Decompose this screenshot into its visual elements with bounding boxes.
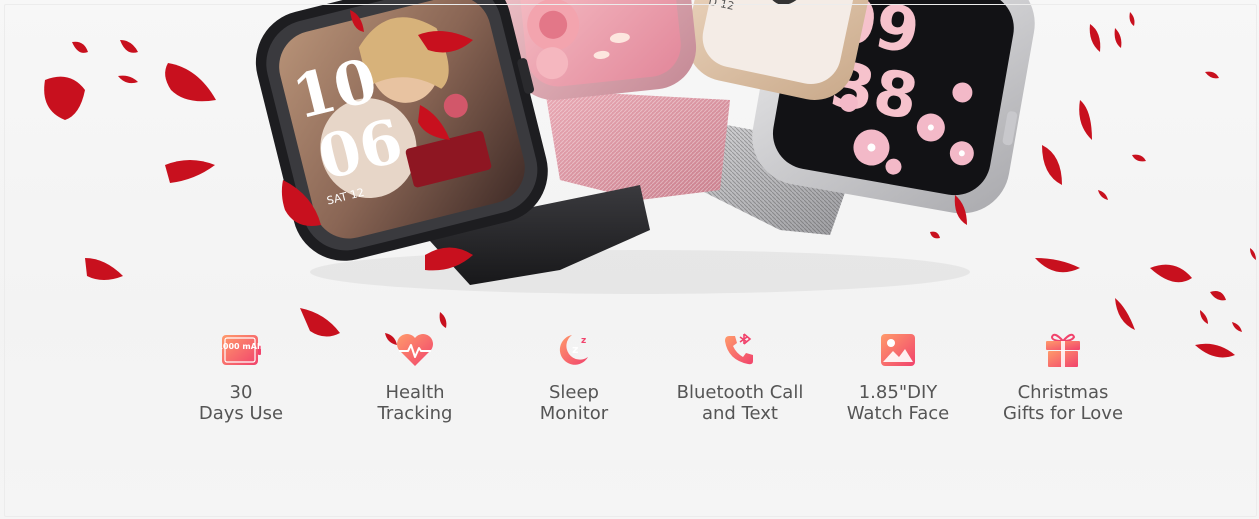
feature-label-line1: 30 (229, 382, 253, 403)
feature-label-line1: Christmas (1017, 382, 1109, 403)
feature-label-line1: Bluetooth Call (676, 382, 804, 403)
sleep-moon-icon: z z (554, 330, 594, 370)
feature-label: Christmas Gifts for Love (1003, 382, 1123, 424)
feature-label-line1: Sleep (548, 382, 599, 403)
gift-icon (1043, 330, 1083, 370)
bluetooth-call-icon (720, 330, 760, 370)
heart-rate-icon (395, 330, 435, 370)
feature-bluetooth-call: Bluetooth Call and Text (660, 330, 820, 424)
battery-1000mah-icon: 1000 mAh (221, 330, 261, 370)
feature-watch-face: 1.85"DIY Watch Face (818, 330, 978, 424)
feature-battery: 1000 mAh 30 Days Use (161, 330, 321, 424)
feature-label-line2: Watch Face (846, 403, 950, 424)
feature-label: 1.85"DIY Watch Face (847, 382, 949, 424)
battery-capacity-number: 1000 mAh (221, 342, 261, 351)
image-icon (878, 330, 918, 370)
feature-label-line1: Health (385, 382, 445, 403)
feature-sleep: z z Sleep Monitor (494, 330, 654, 424)
feature-label-line2: and Text (701, 403, 778, 424)
feature-label-line2: Monitor (539, 403, 609, 424)
feature-list: 1000 mAh 30 Days Use (0, 0, 1259, 519)
feature-label-line2: Gifts for Love (1002, 403, 1124, 424)
feature-health: Health Tracking (335, 330, 495, 424)
svg-text:z: z (572, 343, 578, 356)
feature-label: Sleep Monitor (540, 382, 608, 424)
product-banner: 09 38 D 12 10 06 SAT 12 000 mAh 30 Days … (0, 0, 1259, 519)
feature-label-line2: Days Use (198, 403, 284, 424)
feature-gift: Christmas Gifts for Love (983, 330, 1143, 424)
feature-label: Health Tracking (378, 382, 453, 424)
feature-label-line1: 1.85"DIY (858, 382, 938, 403)
feature-label-line2: Tracking (377, 403, 453, 424)
feature-label: 30 Days Use (199, 382, 283, 424)
feature-label: Bluetooth Call and Text (677, 382, 804, 424)
svg-text:z: z (581, 336, 586, 346)
